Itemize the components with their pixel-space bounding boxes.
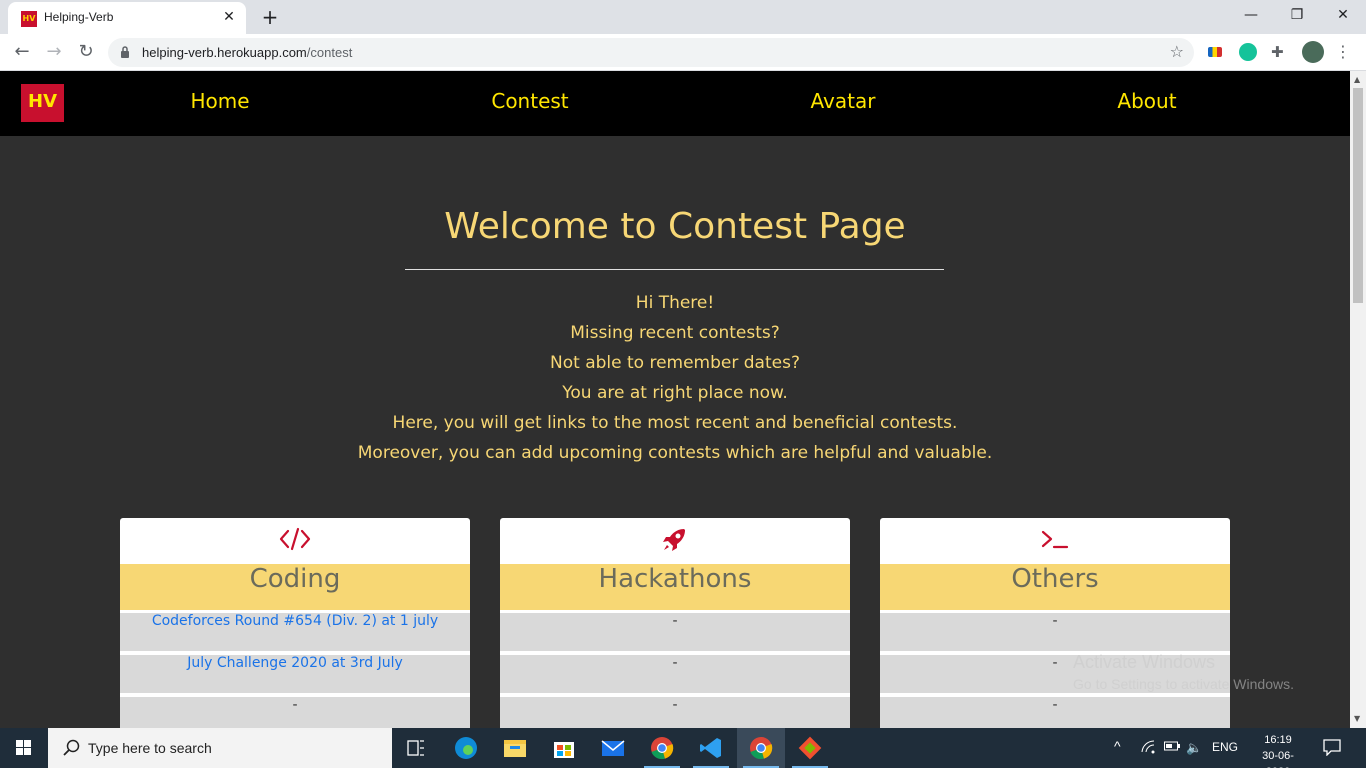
menu-kebab-icon[interactable]: ⋮: [1334, 43, 1352, 61]
language-indicator[interactable]: ENG: [1212, 740, 1238, 754]
profile-avatar[interactable]: [1302, 41, 1324, 63]
file-explorer-icon[interactable]: [491, 728, 539, 768]
tab-title: Helping-Verb: [44, 10, 114, 24]
windows-taskbar: Type here to search ^ 🔈 ENG 16:19 30-06-…: [0, 728, 1366, 768]
new-tab-button[interactable]: +: [258, 5, 282, 29]
contest-link[interactable]: July Challenge 2020 at 3rd July: [120, 653, 470, 693]
nav-home[interactable]: Home: [190, 89, 249, 113]
taskbar-search[interactable]: Type here to search: [48, 728, 392, 768]
intro-line: Here, you will get links to the most rec…: [392, 413, 958, 433]
contest-row: -: [880, 611, 1230, 651]
intro-line: Missing recent contests?: [570, 323, 780, 343]
contest-row: -: [120, 695, 470, 728]
forward-button[interactable]: →: [42, 41, 66, 65]
search-placeholder: Type here to search: [88, 740, 212, 756]
lock-icon: [121, 46, 129, 58]
close-window-button[interactable]: ✕: [1320, 4, 1366, 28]
battery-icon[interactable]: [1164, 740, 1180, 755]
url-host: helping-verb.herokuapp.com: [142, 45, 307, 60]
back-button[interactable]: ←: [10, 41, 34, 65]
clock-time: 16:19: [1264, 734, 1292, 746]
rocket-icon: [500, 526, 850, 556]
favicon: HV: [21, 11, 37, 27]
activate-windows-subtitle: Go to Settings to activate Windows.: [1073, 676, 1294, 692]
bookmark-star-icon[interactable]: ☆: [1170, 42, 1184, 61]
intro-text: Hi There! Missing recent contests? Not a…: [0, 288, 1350, 468]
system-clock[interactable]: 16:19 30-06-2020: [1250, 732, 1306, 768]
reload-button[interactable]: ↻: [74, 41, 98, 65]
title-divider: [405, 269, 944, 270]
grammarly-icon[interactable]: [1239, 43, 1257, 61]
url-path: /contest: [306, 45, 353, 60]
browser-titlebar: HV Helping-Verb ✕ + — ❐ ✕: [0, 0, 1366, 34]
page-title: Welcome to Contest Page: [444, 206, 906, 247]
browser-tab[interactable]: HV Helping-Verb ✕: [8, 2, 246, 34]
contest-row: -: [500, 611, 850, 651]
extensions-puzzle-icon[interactable]: ✚: [1271, 43, 1289, 61]
windows-logo-icon: [16, 740, 31, 755]
activate-windows-title: Activate Windows: [1073, 652, 1216, 672]
mail-icon[interactable]: [589, 728, 637, 768]
microsoft-store-icon[interactable]: [540, 728, 588, 768]
address-bar[interactable]: helping-verb.herokuapp.com/contest ☆: [108, 38, 1194, 67]
network-icon[interactable]: [1141, 740, 1155, 757]
hackathons-card: Hackathons - - -: [500, 518, 850, 728]
minimize-button[interactable]: —: [1228, 4, 1274, 28]
task-view-icon[interactable]: [392, 728, 440, 768]
intro-line: Hi There!: [635, 293, 715, 313]
scroll-up-icon[interactable]: ▲: [1354, 75, 1360, 84]
url-text: helping-verb.herokuapp.com/contest: [142, 45, 352, 60]
others-card: Others - - -: [880, 518, 1230, 728]
edge-icon[interactable]: [442, 728, 490, 768]
intro-line: Moreover, you can add upcoming contests …: [357, 443, 993, 463]
nav-avatar[interactable]: Avatar: [811, 89, 876, 113]
nav-about[interactable]: About: [1117, 89, 1176, 113]
git-icon[interactable]: [786, 728, 834, 768]
code-icon: [120, 526, 470, 556]
page-scrollbar[interactable]: ▲ ▼: [1350, 71, 1366, 728]
contest-link[interactable]: Codeforces Round #654 (Div. 2) at 1 july: [120, 611, 470, 651]
browser-toolbar: ← → ↻ helping-verb.herokuapp.com/contest…: [0, 34, 1366, 71]
site-navbar: HV Home Contest Avatar About: [0, 71, 1350, 136]
intro-line: You are at right place now.: [562, 383, 788, 403]
volume-icon[interactable]: 🔈: [1186, 740, 1202, 756]
tray-chevron-icon[interactable]: ^: [1114, 738, 1121, 754]
chrome-active-icon[interactable]: [737, 728, 785, 768]
card-title: Hackathons: [500, 564, 850, 610]
tab-close-icon[interactable]: ✕: [221, 9, 237, 25]
start-button[interactable]: [0, 728, 48, 768]
contest-row: -: [880, 695, 1230, 728]
maximize-button[interactable]: ❐: [1274, 4, 1320, 28]
site-logo[interactable]: HV: [21, 84, 64, 122]
scroll-thumb[interactable]: [1353, 88, 1363, 303]
clock-date: 30-06-2020: [1262, 750, 1294, 768]
vscode-icon[interactable]: [687, 728, 735, 768]
main-content: Welcome to Contest Page Hi There! Missin…: [0, 136, 1350, 728]
nav-contest[interactable]: Contest: [491, 89, 568, 113]
action-center-icon[interactable]: [1322, 738, 1342, 759]
extension-icon[interactable]: [1208, 47, 1222, 57]
chrome-icon[interactable]: [638, 728, 686, 768]
search-icon: [63, 739, 80, 756]
card-title: Others: [880, 564, 1230, 610]
contest-row: -: [500, 695, 850, 728]
contest-row: -: [500, 653, 850, 693]
scroll-down-icon[interactable]: ▼: [1354, 714, 1360, 723]
intro-line: Not able to remember dates?: [550, 353, 800, 373]
terminal-icon: [880, 526, 1230, 556]
coding-card: Coding Codeforces Round #654 (Div. 2) at…: [120, 518, 470, 728]
card-title: Coding: [120, 564, 470, 610]
